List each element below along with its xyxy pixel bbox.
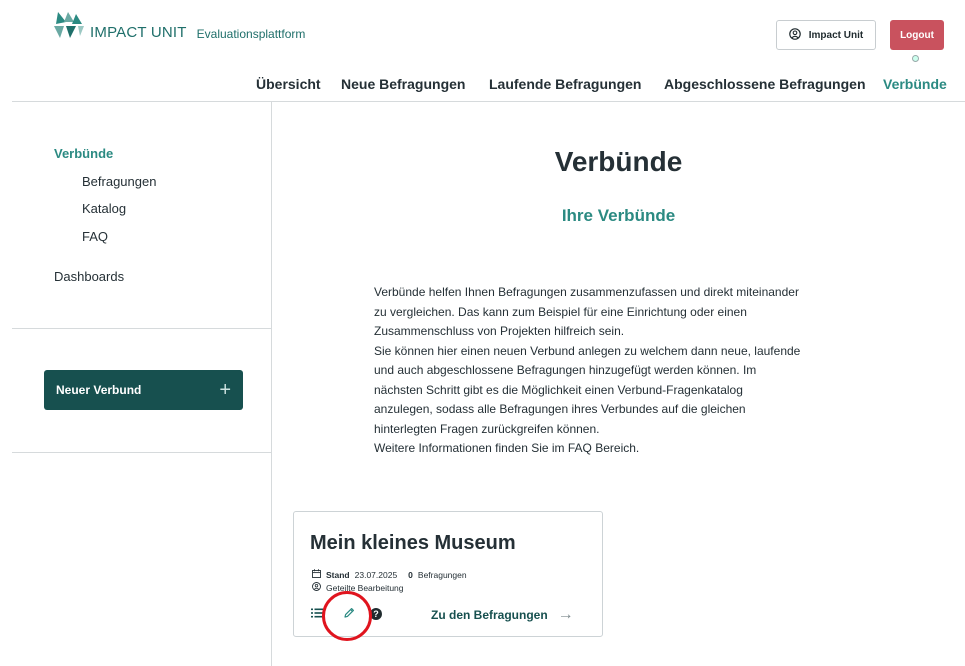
nav-neue-befragungen[interactable]: Neue Befragungen (341, 76, 465, 92)
to-surveys-link[interactable]: Zu den Befragungen → (431, 606, 574, 624)
description-line: anzulegen, sodass alle Befragungen ihres… (374, 402, 746, 416)
description-line: Zusammenschluss von Projekten hilfreich … (374, 324, 625, 338)
verbund-card-shared: Geteilte Bearbeitung (312, 582, 404, 593)
sidebar-item-dashboards[interactable]: Dashboards (54, 269, 124, 284)
description-line: Weitere Informationen finden Sie im FAQ … (374, 441, 640, 455)
description-line: Sie können hier einen neuen Verbund anle… (374, 343, 801, 358)
user-account-label: Impact Unit (808, 29, 864, 41)
shared-editing-text: Geteilte Bearbeitung (326, 582, 404, 593)
sidebar-rule-bottom (12, 452, 271, 453)
nav-verbuende[interactable]: Verbünde (883, 76, 947, 92)
shared-user-icon (312, 582, 321, 593)
description-line: zu vergleichen. Das kann zum Beispiel fü… (374, 304, 747, 319)
new-verbund-label: Neuer Verbund (56, 383, 142, 397)
new-verbund-button[interactable]: Neuer Verbund + (44, 370, 243, 410)
logo-brand-text: IMPACT UNIT (90, 24, 187, 41)
sidebar-item-verbuende[interactable]: Verbünde (54, 146, 113, 161)
nav-laufende-befragungen[interactable]: Laufende Befragungen (489, 76, 641, 92)
highlight-circle-annotation (322, 591, 372, 641)
stand-date: 23.07.2025 (354, 569, 398, 580)
page-subtitle: Ihre Verbünde (561, 206, 676, 225)
arrow-right-icon: → (557, 606, 574, 623)
status-dot-icon (912, 55, 919, 62)
survey-count-label: Befragungen (417, 569, 467, 580)
sidebar-item-befragungen[interactable]: Befragungen (82, 174, 156, 189)
to-surveys-label: Zu den Befragungen (431, 608, 548, 622)
nav-uebersicht[interactable]: Übersicht (256, 76, 321, 92)
description-text: Verbünde helfen Ihnen Befragungen zusamm… (374, 283, 864, 459)
plus-icon: + (219, 378, 231, 401)
verbund-card-stand: Stand 23.07.2025 0 Befragungen (312, 569, 467, 580)
description-line: nächsten Schritt gibt es die Möglichkeit… (374, 382, 743, 397)
header-divider (12, 101, 965, 102)
page-title: Verbünde (554, 146, 683, 177)
description-line: hinterlegten Fragen zurückgreifen können… (374, 421, 600, 436)
description-line: und auch abgeschlossene Befragungen hinz… (374, 363, 757, 377)
stand-label: Stand (326, 569, 350, 580)
logout-button[interactable]: Logout (890, 20, 944, 50)
logo-subtitle: Evaluationsplattform (196, 27, 306, 41)
sidebar-item-faq[interactable]: FAQ (82, 229, 108, 244)
survey-count: 0 (408, 569, 413, 580)
sidebar-divider (271, 101, 272, 666)
impact-unit-logo-icon (54, 12, 84, 40)
user-circle-icon (788, 27, 801, 43)
sidebar-rule-top (12, 328, 271, 329)
brand-logo[interactable]: IMPACT UNIT Evaluationsplattform (54, 12, 305, 40)
description-line: Verbünde helfen Ihnen Befragungen zusamm… (374, 285, 799, 299)
verbund-card-title: Mein kleines Museum (310, 532, 516, 554)
sidebar-item-katalog[interactable]: Katalog (82, 201, 126, 216)
calendar-icon (312, 569, 321, 580)
main-navigation: Übersicht Neue Befragungen Laufende Befr… (0, 76, 965, 96)
user-account-button[interactable]: Impact Unit (776, 20, 876, 50)
nav-abgeschlossene-befragungen[interactable]: Abgeschlossene Befragungen (664, 76, 866, 92)
